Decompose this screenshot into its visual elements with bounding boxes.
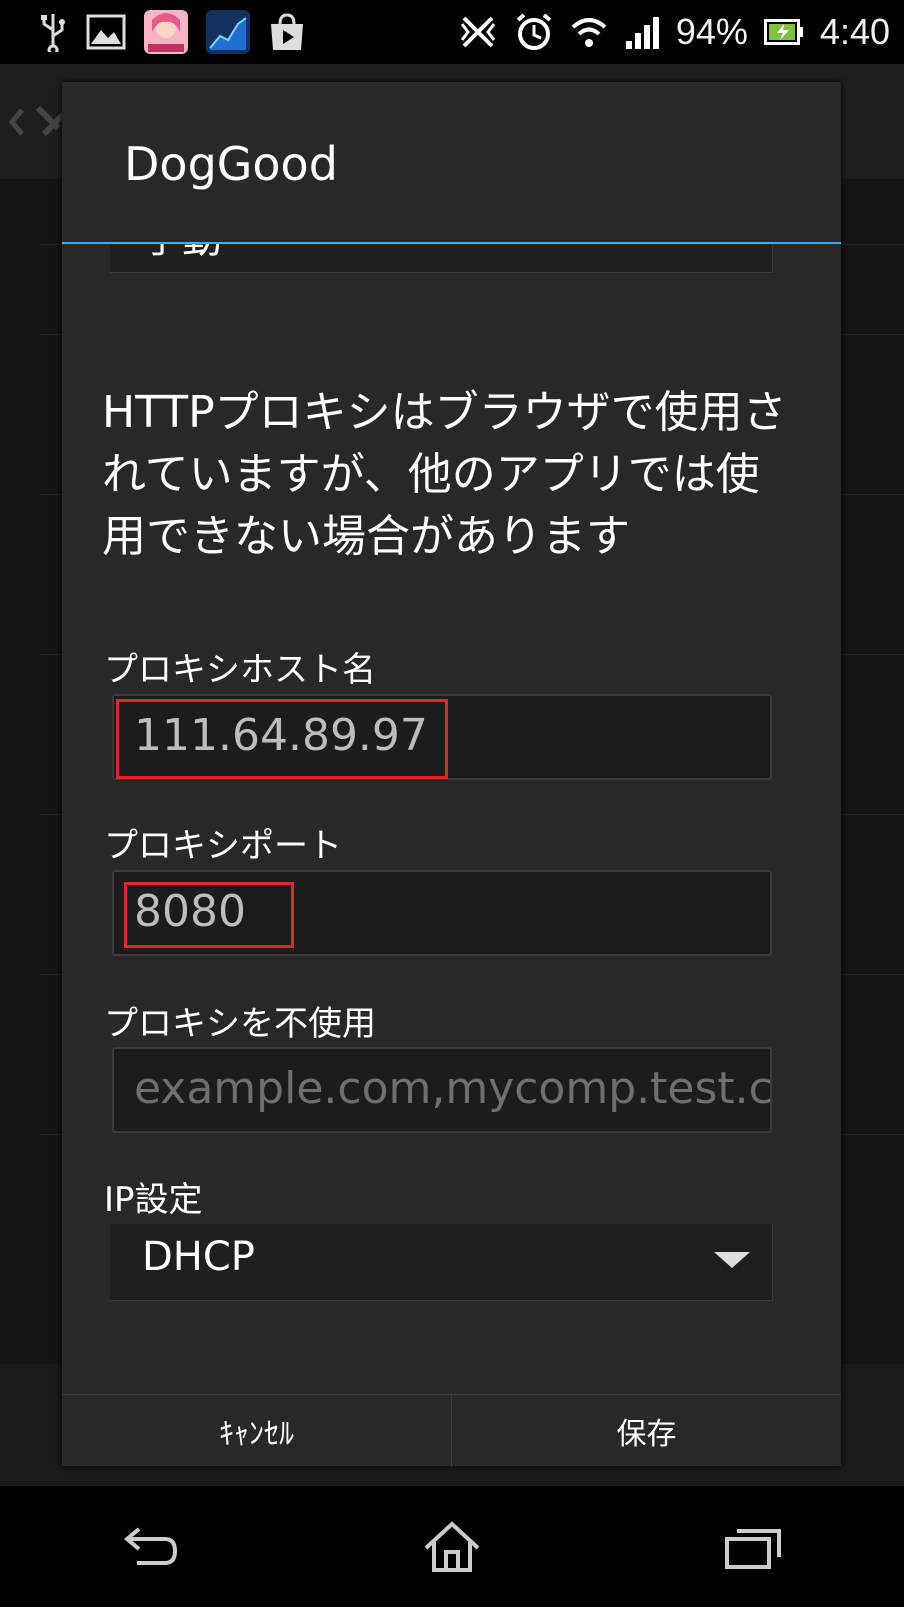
- proxy-mode-value: 手動: [142, 244, 222, 264]
- navigation-bar: [0, 1486, 904, 1607]
- recent-apps-button[interactable]: [703, 1507, 803, 1587]
- settings-app-icon: [8, 105, 67, 137]
- dropdown-arrow-icon: [714, 1252, 750, 1268]
- ip-settings-value: DHCP: [142, 1234, 255, 1280]
- back-icon: [123, 1526, 177, 1565]
- proxy-bypass-label: プロキシを不使用: [104, 1004, 376, 1044]
- usb-icon: [38, 12, 68, 52]
- proxy-info-text: HTTPプロキシはブラウザで使用されていますが、他のアプリでは使用できない場合が…: [102, 387, 787, 562]
- wifi-settings-dialog: DogGood 手動 HTTPプロキシはブラウザで使用されていますが、他のアプリ…: [62, 82, 841, 1467]
- dialog-content[interactable]: 手動 HTTPプロキシはブラウザで使用されていますが、他のアプリでは使用できない…: [62, 244, 841, 1422]
- proxy-bypass-placeholder: example.com,mycomp.test.c: [134, 1063, 773, 1114]
- image-icon: [86, 14, 126, 50]
- save-button[interactable]: 保存: [452, 1395, 841, 1467]
- highlight-box: [124, 882, 294, 948]
- dialog-button-bar: ｷｬﾝｾﾙ 保存: [62, 1394, 841, 1467]
- battery-percent: 94%: [675, 11, 748, 52]
- chart-app-icon: [206, 10, 250, 54]
- game-app-icon: [144, 10, 188, 54]
- home-button[interactable]: [402, 1507, 502, 1587]
- wifi-icon: [570, 15, 608, 49]
- proxy-mode-spinner[interactable]: 手動: [110, 244, 773, 273]
- nfc-off-icon: [458, 12, 498, 52]
- highlight-box: [116, 699, 448, 779]
- back-button[interactable]: [101, 1507, 201, 1587]
- play-store-icon: [268, 12, 306, 52]
- home-icon: [424, 1520, 480, 1572]
- cancel-button[interactable]: ｷｬﾝｾﾙ: [62, 1395, 451, 1467]
- proxy-host-label: プロキシホスト名: [104, 650, 376, 690]
- ip-settings-label: IP設定: [104, 1180, 203, 1220]
- battery-charging-icon: [763, 19, 804, 45]
- ip-settings-spinner[interactable]: DHCP: [110, 1224, 773, 1301]
- clock: 4:40: [819, 11, 890, 52]
- status-bar: 94% 4:40: [0, 0, 904, 64]
- alarm-icon: [514, 12, 554, 52]
- dialog-title: DogGood: [124, 137, 338, 191]
- proxy-port-label: プロキシポート: [104, 826, 342, 866]
- recent-apps-icon: [725, 1528, 782, 1569]
- signal-icon: [624, 15, 660, 49]
- proxy-bypass-field[interactable]: example.com,mycomp.test.c: [112, 1047, 773, 1133]
